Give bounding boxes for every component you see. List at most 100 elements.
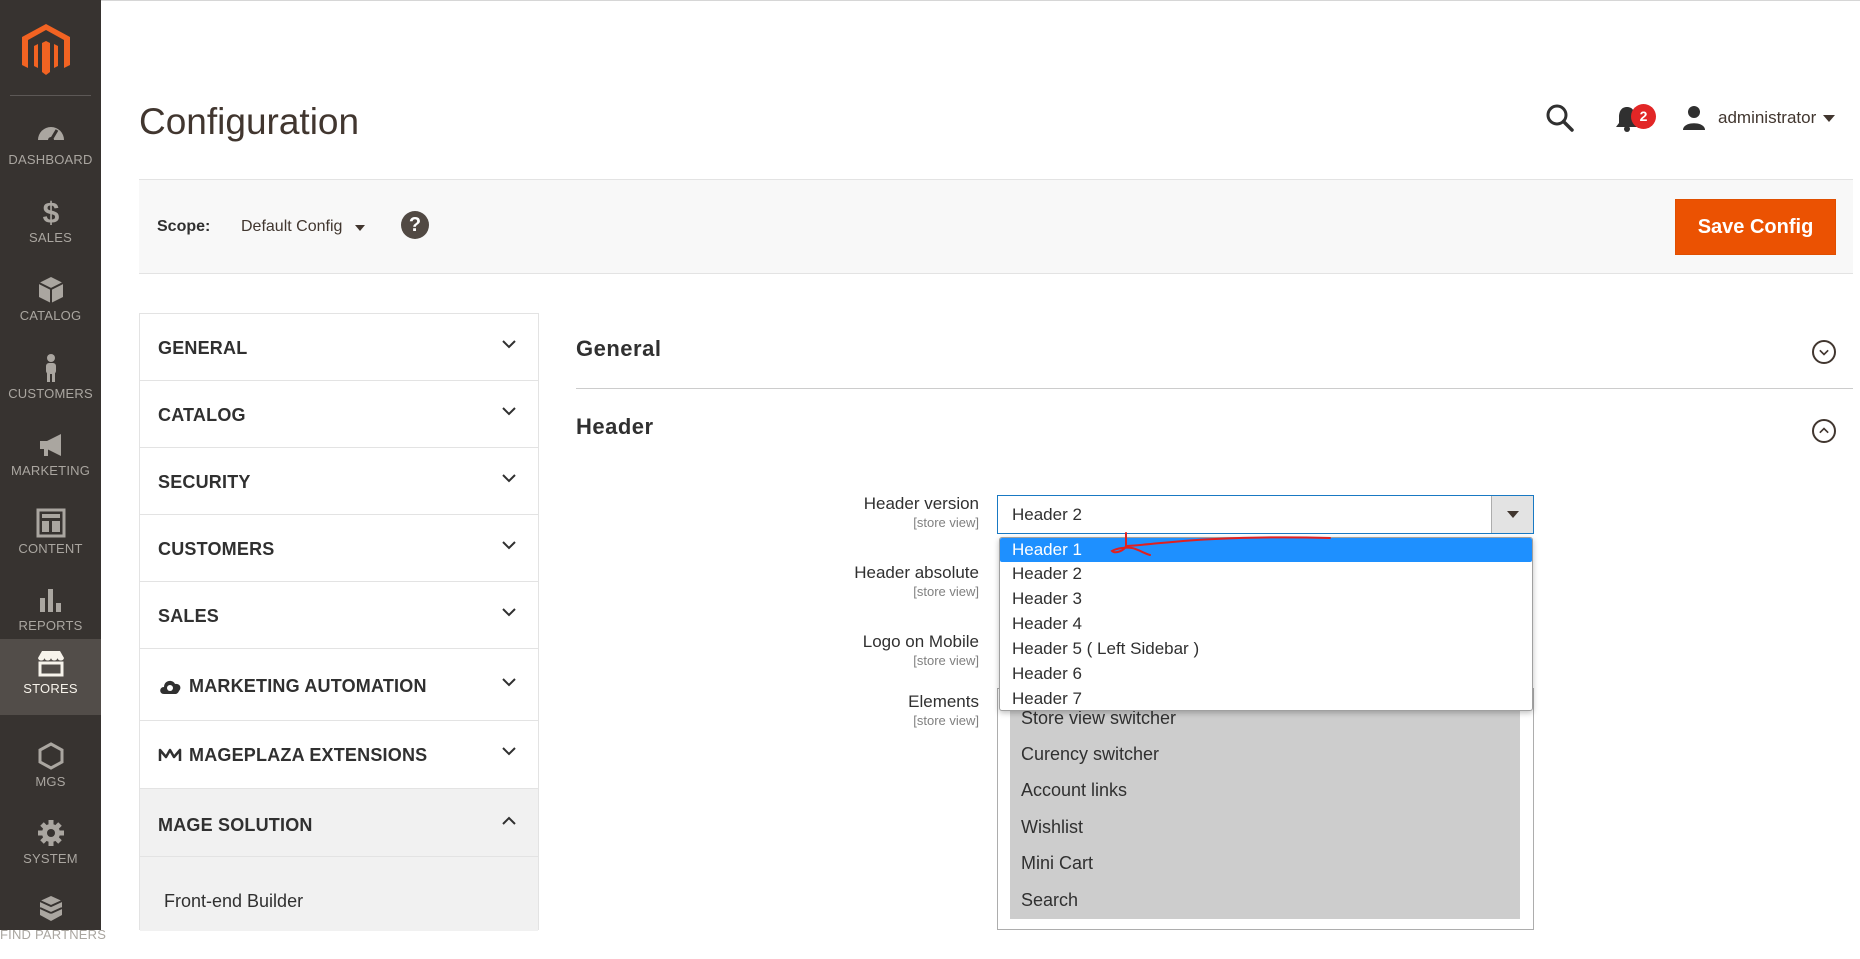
header-absolute-scope: [store view] bbox=[913, 584, 979, 599]
dropdown-option[interactable]: Header 4 bbox=[1000, 612, 1532, 636]
elements-option[interactable]: Store view switcher bbox=[1021, 708, 1176, 729]
save-config-button[interactable]: Save Config bbox=[1675, 199, 1836, 255]
menu-item-label: MGS bbox=[35, 774, 66, 789]
header-absolute-label: Header absolute bbox=[854, 563, 979, 582]
menu-item-catalog[interactable]: CATALOG bbox=[0, 266, 101, 340]
scope-switcher[interactable]: Default Config bbox=[241, 218, 342, 236]
config-tabs: GENERAL CATALOG SECURITY CUSTOMERS SALES… bbox=[139, 313, 539, 931]
chevron-down-icon bbox=[502, 407, 516, 416]
user-account-name[interactable]: administrator bbox=[1718, 108, 1816, 128]
section-general-title[interactable]: General bbox=[576, 336, 661, 362]
elements-option[interactable]: Mini Cart bbox=[1021, 853, 1093, 874]
dropdown-option[interactable]: Header 6 bbox=[1000, 662, 1532, 686]
tab-marketing-automation[interactable]: MARKETING AUTOMATION bbox=[140, 649, 538, 721]
header-version-value: Header 2 bbox=[1012, 505, 1082, 524]
help-icon[interactable]: ? bbox=[401, 211, 429, 239]
search-icon[interactable] bbox=[1545, 103, 1575, 133]
cubes-icon bbox=[39, 896, 62, 921]
admin-menu: DASHBOARD $ SALES CATALOG CUSTOMERS MARK… bbox=[0, 0, 106, 942]
logo-mobile-label: Logo on Mobile bbox=[862, 632, 979, 651]
elements-multiselect[interactable]: Store view switcher Curency switcher Acc… bbox=[997, 688, 1534, 930]
menu-item-content[interactable]: CONTENT bbox=[0, 499, 101, 573]
elements-option[interactable]: Wishlist bbox=[1021, 817, 1083, 838]
menu-item-label: DASHBOARD bbox=[8, 152, 93, 167]
chevron-down-icon bbox=[502, 340, 516, 349]
tab-label: SALES bbox=[158, 606, 220, 626]
chevron-down-icon bbox=[502, 608, 516, 617]
chevron-down-icon bbox=[502, 474, 516, 483]
select-toggle[interactable] bbox=[1491, 496, 1533, 533]
menu-item-customers[interactable]: CUSTOMERS bbox=[0, 344, 101, 418]
hexagon-icon bbox=[38, 742, 63, 770]
person-icon bbox=[45, 354, 56, 382]
tab-submenu: Front-end Builder bbox=[140, 857, 538, 931]
chevron-down-icon bbox=[1507, 511, 1519, 518]
scope-label: Scope: bbox=[157, 218, 211, 235]
menu-item-stores[interactable]: STORES bbox=[0, 639, 101, 715]
tab-catalog[interactable]: CATALOG bbox=[140, 381, 538, 448]
header-version-label: Header version bbox=[863, 494, 979, 513]
chevron-up-icon bbox=[502, 816, 516, 825]
menu-item-sales[interactable]: $ SALES bbox=[0, 188, 101, 262]
menu-item-system[interactable]: SYSTEM bbox=[0, 809, 101, 883]
collapse-section-icon[interactable] bbox=[1812, 419, 1836, 443]
dollar-icon: $ bbox=[42, 197, 59, 228]
page-title: Configuration bbox=[139, 101, 360, 142]
chevron-down-icon bbox=[502, 541, 516, 550]
scope-bar: Scope: Default Config ? Save Config bbox=[139, 179, 1853, 274]
menu-item-label: STORES bbox=[23, 681, 78, 696]
section-divider bbox=[576, 388, 1853, 389]
tab-customers[interactable]: CUSTOMERS bbox=[140, 515, 538, 582]
header-version-select[interactable]: Header 2 bbox=[997, 495, 1534, 534]
elements-options: Store view switcher Curency switcher Acc… bbox=[1010, 689, 1520, 919]
menu-divider bbox=[10, 95, 91, 96]
tab-label: MAGE SOLUTION bbox=[158, 815, 313, 835]
menu-item-label: FIND PARTNERS bbox=[0, 927, 107, 942]
tab-security[interactable]: SECURITY bbox=[140, 448, 538, 515]
elements-option[interactable]: Search bbox=[1021, 890, 1078, 911]
tab-label: MAGEPLAZA EXTENSIONS bbox=[189, 745, 428, 765]
megaphone-icon bbox=[39, 434, 61, 456]
notification-count-badge[interactable]: 2 bbox=[1631, 104, 1656, 129]
dropdown-option[interactable]: Header 3 bbox=[1000, 587, 1532, 611]
menu-item-marketing[interactable]: MARKETING bbox=[0, 421, 101, 495]
elements-option[interactable]: Account links bbox=[1021, 780, 1127, 801]
dashboard-icon bbox=[37, 127, 64, 143]
magento-logo-icon[interactable] bbox=[20, 22, 72, 78]
menu-item-label: CUSTOMERS bbox=[8, 386, 93, 401]
box-icon bbox=[38, 277, 63, 303]
red-annotation-scribble bbox=[1110, 532, 1331, 556]
elements-scope: [store view] bbox=[913, 713, 979, 728]
menu-item-dashboard[interactable]: DASHBOARD bbox=[0, 110, 101, 184]
elements-option[interactable]: Curency switcher bbox=[1021, 744, 1159, 765]
chevron-down-icon bbox=[502, 678, 516, 687]
dropdown-option[interactable]: Header 2 bbox=[1000, 562, 1532, 586]
tab-general[interactable]: GENERAL bbox=[140, 314, 538, 381]
dropdown-option[interactable]: Header 7 bbox=[1000, 687, 1532, 710]
menu-item-find-partners[interactable]: FIND PARTNERS bbox=[0, 885, 107, 959]
tab-label: CUSTOMERS bbox=[158, 539, 275, 559]
tab-mage-solution[interactable]: MAGE SOLUTION bbox=[140, 789, 538, 857]
tab-label: SECURITY bbox=[158, 472, 251, 492]
tab-sales[interactable]: SALES bbox=[140, 582, 538, 649]
user-icon[interactable] bbox=[1681, 104, 1707, 130]
elements-label: Elements bbox=[908, 692, 979, 711]
menu-item-mgs[interactable]: MGS bbox=[0, 732, 101, 806]
bar-chart-icon bbox=[39, 589, 61, 612]
tab-mageplaza-extensions[interactable]: MAGEPLAZA EXTENSIONS bbox=[140, 721, 538, 789]
chevron-down-icon bbox=[502, 747, 516, 756]
gear-icon bbox=[37, 820, 64, 846]
tab-label: GENERAL bbox=[158, 338, 248, 358]
menu-item-label: SALES bbox=[29, 230, 72, 245]
header-version-dropdown: Header 1 Header 2 Header 3 Header 4 Head… bbox=[999, 537, 1533, 711]
chevron-down-icon[interactable] bbox=[1823, 115, 1835, 122]
menu-item-label: CONTENT bbox=[18, 541, 83, 556]
chevron-down-icon[interactable] bbox=[355, 225, 365, 231]
header-version-scope: [store view] bbox=[913, 515, 979, 530]
dropdown-option[interactable]: Header 5 ( Left Sidebar ) bbox=[1000, 637, 1532, 661]
logo-mobile-scope: [store view] bbox=[913, 653, 979, 668]
section-header-title[interactable]: Header bbox=[576, 414, 654, 440]
tab-subitem-front-end-builder[interactable]: Front-end Builder bbox=[164, 891, 303, 912]
expand-section-icon[interactable] bbox=[1812, 340, 1836, 364]
top-border bbox=[101, 0, 1860, 1]
